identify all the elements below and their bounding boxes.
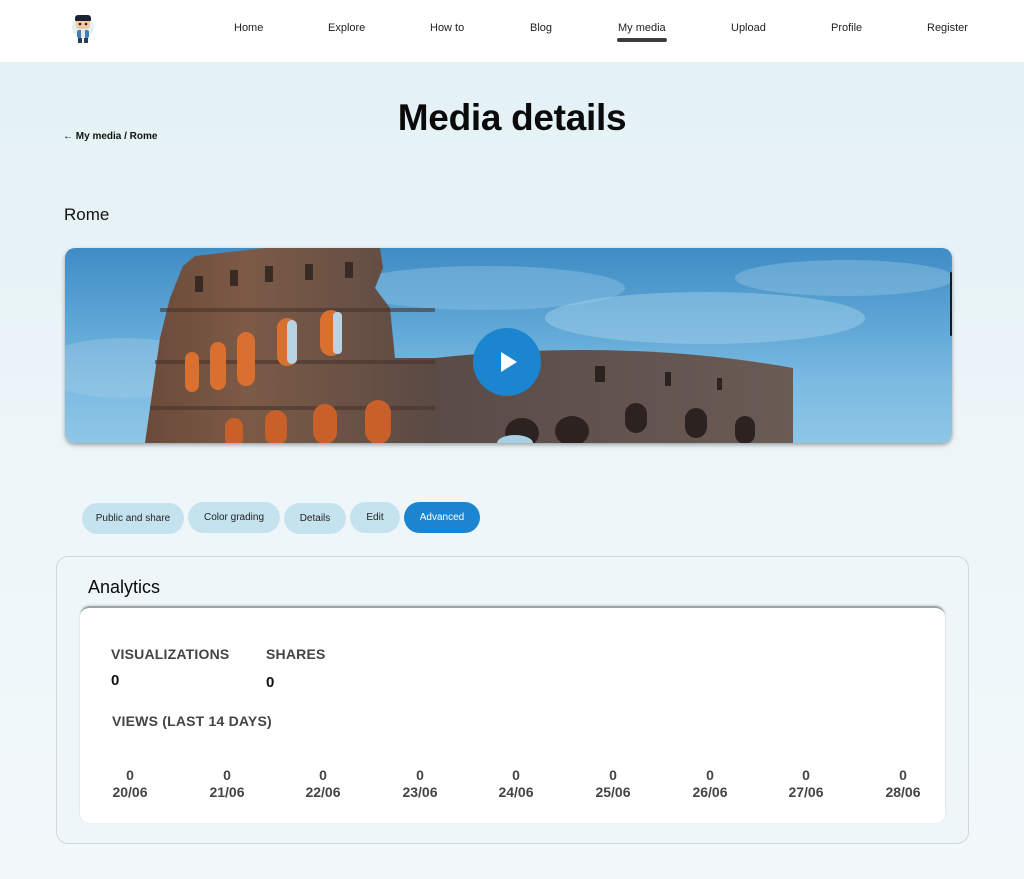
day-views-value: 0: [706, 767, 714, 783]
day-date: 24/06: [498, 784, 534, 800]
media-name: Rome: [64, 205, 110, 224]
nav-blog[interactable]: Blog: [530, 22, 552, 34]
day-views-value: 0: [319, 767, 327, 783]
play-button[interactable]: [473, 328, 541, 396]
day-views-value: 0: [416, 767, 424, 783]
day-views-value: 0: [899, 767, 907, 783]
day-views-value: 0: [802, 767, 810, 783]
breadcrumb-back-link[interactable]: ← My media / Rome: [63, 131, 157, 142]
avatar-logo-icon[interactable]: [70, 13, 96, 45]
day-views-value: 0: [609, 767, 617, 783]
shares-label: SHARES: [266, 646, 326, 662]
nav-home[interactable]: Home: [234, 22, 263, 34]
day-column: 0 28/06: [868, 767, 938, 801]
day-column: 0 27/06: [771, 767, 841, 801]
tab-edit[interactable]: Edit: [350, 502, 400, 533]
day-date: 26/06: [692, 784, 728, 800]
visualizations-value: 0: [111, 672, 120, 689]
day-views-value: 0: [223, 767, 231, 783]
day-date: 22/06: [305, 784, 341, 800]
day-column: 0 23/06: [385, 767, 455, 801]
nav-upload[interactable]: Upload: [731, 22, 766, 34]
day-views-value: 0: [126, 767, 134, 783]
views-label: VIEWS (LAST 14 DAYS): [112, 713, 272, 729]
day-date: 20/06: [112, 784, 148, 800]
top-navigation-bar: Home Explore How to Blog My media Upload…: [0, 0, 1024, 62]
day-date: 28/06: [885, 784, 921, 800]
nav-register[interactable]: Register: [927, 22, 968, 34]
media-scroll-handle[interactable]: [950, 272, 952, 336]
day-column: 0 26/06: [675, 767, 745, 801]
nav-my-media[interactable]: My media: [617, 22, 667, 42]
day-views-value: 0: [512, 767, 520, 783]
tab-color-grading[interactable]: Color grading: [188, 502, 280, 533]
day-date: 25/06: [595, 784, 631, 800]
day-date: 21/06: [209, 784, 245, 800]
day-date: 23/06: [402, 784, 438, 800]
shares-value: 0: [266, 674, 275, 691]
tab-advanced[interactable]: Advanced: [404, 502, 480, 533]
day-column: 0 25/06: [578, 767, 648, 801]
play-icon: [501, 352, 517, 372]
day-column: 0 24/06: [481, 767, 551, 801]
visualizations-label: VISUALIZATIONS: [111, 646, 230, 662]
day-column: 0 21/06: [192, 767, 262, 801]
day-column: 0 22/06: [288, 767, 358, 801]
tab-public-and-share[interactable]: Public and share: [82, 503, 184, 534]
nav-how-to[interactable]: How to: [430, 22, 464, 34]
day-column: 0 20/06: [95, 767, 165, 801]
nav-explore[interactable]: Explore: [328, 22, 365, 34]
tab-details[interactable]: Details: [284, 503, 346, 534]
analytics-title: Analytics: [88, 577, 161, 597]
nav-profile[interactable]: Profile: [831, 22, 862, 34]
day-date: 27/06: [788, 784, 824, 800]
